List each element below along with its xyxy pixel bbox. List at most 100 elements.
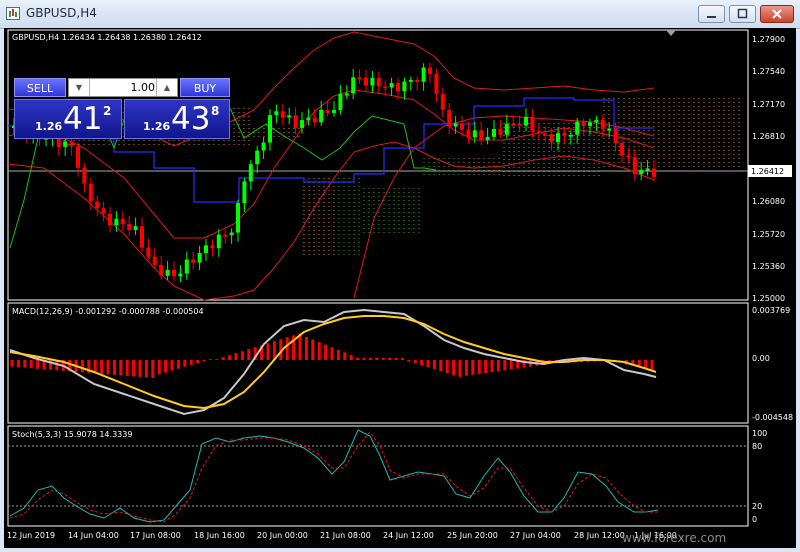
stoch-axis-100: 100 <box>752 429 767 438</box>
macd-histogram-bar <box>36 360 39 369</box>
candle-body <box>102 208 106 213</box>
candle-body <box>569 135 573 137</box>
maximize-button[interactable] <box>729 5 756 23</box>
candle-body <box>236 203 240 232</box>
sell-price-button[interactable]: 1.26 41 2 <box>14 99 122 139</box>
sell-price-prefix: 1.26 <box>35 120 62 133</box>
macd-histogram-bar <box>331 347 334 360</box>
candle-body <box>614 128 618 143</box>
macd-histogram-bar <box>23 360 26 368</box>
candle-body <box>326 110 330 113</box>
candle-body <box>486 137 490 140</box>
close-icon <box>761 6 793 22</box>
price-axis-label: 1.27170 <box>752 100 785 109</box>
macd-histogram-bar <box>401 358 404 360</box>
macd-histogram-bar <box>126 360 129 376</box>
candle-body <box>242 181 246 203</box>
macd-histogram-bar <box>497 360 500 371</box>
candle-body <box>166 270 170 276</box>
macd-histogram-bar <box>407 360 410 361</box>
macd-histogram-bar <box>228 355 231 360</box>
macd-histogram-bar <box>11 360 14 367</box>
candle-body <box>511 124 515 126</box>
macd-histogram-bar <box>491 360 494 372</box>
macd-histogram-bar <box>651 360 654 370</box>
candle-body <box>358 77 362 79</box>
minimize-icon <box>699 6 724 22</box>
candle-body <box>422 67 426 81</box>
title-bar[interactable]: GBPUSD,H4 <box>0 0 800 29</box>
time-axis-label: 12 Jun 2019 <box>7 531 55 540</box>
candle-body <box>639 170 643 174</box>
candle-body <box>127 224 131 230</box>
macd-histogram-bar <box>452 360 455 375</box>
chart-area[interactable]: 1.27900 1.27540 1.27170 1.26810 1.26080 … <box>4 28 796 548</box>
candle-body <box>415 80 419 82</box>
candle-body <box>217 235 221 249</box>
sell-price-fraction: 2 <box>103 104 111 118</box>
lot-increase-button[interactable]: ▲ <box>156 79 177 96</box>
candle-body <box>390 83 394 87</box>
bollinger-lower <box>8 142 654 300</box>
macd-histogram-bar <box>318 342 321 360</box>
candle-body <box>300 120 304 128</box>
candle-body <box>530 117 534 131</box>
macd-histogram-bar <box>503 360 506 370</box>
candle-body <box>370 78 374 86</box>
chart-info-text: GBPUSD,H4 1.26434 1.26438 1.26380 1.2641… <box>12 33 202 42</box>
macd-histogram-bar <box>459 360 462 377</box>
macd-histogram-bar <box>427 360 430 367</box>
candle-body <box>377 78 381 86</box>
candle-body <box>230 233 234 235</box>
price-axis-label: 1.26810 <box>752 132 785 141</box>
candle-body <box>249 164 253 181</box>
macd-histogram-bar <box>305 337 308 360</box>
candle-body <box>434 74 438 94</box>
macd-label: MACD(12,26,9) -0.001292 -0.000788 -0.000… <box>12 307 204 316</box>
buy-button[interactable]: BUY <box>180 78 230 97</box>
macd-axis-bottom: -0.004548 <box>752 413 793 422</box>
stoch-label: Stoch(5,3,3) 15.9078 14.3339 <box>12 430 132 439</box>
time-axis-label: 27 Jun 04:00 <box>510 531 561 540</box>
time-axis-label: 24 Jun 12:00 <box>383 531 434 540</box>
macd-histogram-bar <box>30 360 33 368</box>
chart-info-label: GBPUSD,H4 1.26434 1.26438 1.26380 1.2641… <box>12 33 202 42</box>
candle-body <box>575 122 579 135</box>
buy-price-button[interactable]: 1.26 43 8 <box>124 99 230 139</box>
chart-window-icon <box>6 7 20 20</box>
time-axis-label: 25 Jun 20:00 <box>447 531 498 540</box>
watermark: www.forexre.com <box>622 531 726 545</box>
minimize-button[interactable] <box>698 5 725 23</box>
sell-button[interactable]: SELL <box>14 78 66 97</box>
candle-body <box>178 273 182 276</box>
lot-decrease-button[interactable]: ▼ <box>69 79 90 96</box>
ask-level-marker <box>666 30 676 36</box>
macd-histogram-bar <box>356 358 359 360</box>
macd-histogram-bar <box>151 360 154 378</box>
candle-body <box>313 117 317 122</box>
candle-body <box>646 168 650 170</box>
macd-histogram-bar <box>465 360 468 376</box>
candle-body <box>505 124 509 135</box>
lot-size-input[interactable]: ▼ 1.00 ▲ <box>68 78 178 97</box>
candle-body <box>466 130 470 138</box>
stoch-axis-0: 0 <box>752 515 757 524</box>
candle-body <box>153 257 157 265</box>
one-click-trading-panel: SELL ▼ 1.00 ▲ BUY 1.26 41 2 1.26 43 8 <box>13 75 231 141</box>
time-axis-label: 21 Jun 08:00 <box>320 531 371 540</box>
time-axis-label: 17 Jun 08:00 <box>130 531 181 540</box>
candle-body <box>172 270 176 277</box>
candle-body <box>409 80 413 82</box>
macd-histogram-bar <box>145 360 148 377</box>
candle-body <box>550 134 554 142</box>
candle-body <box>332 110 336 113</box>
bollinger-bands <box>8 32 654 300</box>
macd-histogram-bar <box>395 358 398 360</box>
price-axis-label: 1.27540 <box>752 67 785 76</box>
main-pane-frame <box>8 30 748 300</box>
macd-histogram-bar <box>311 340 314 360</box>
candle-body <box>319 110 323 122</box>
close-button[interactable] <box>760 5 794 23</box>
macd-histogram-bar <box>164 360 167 373</box>
macd-histogram-bar <box>222 357 225 360</box>
